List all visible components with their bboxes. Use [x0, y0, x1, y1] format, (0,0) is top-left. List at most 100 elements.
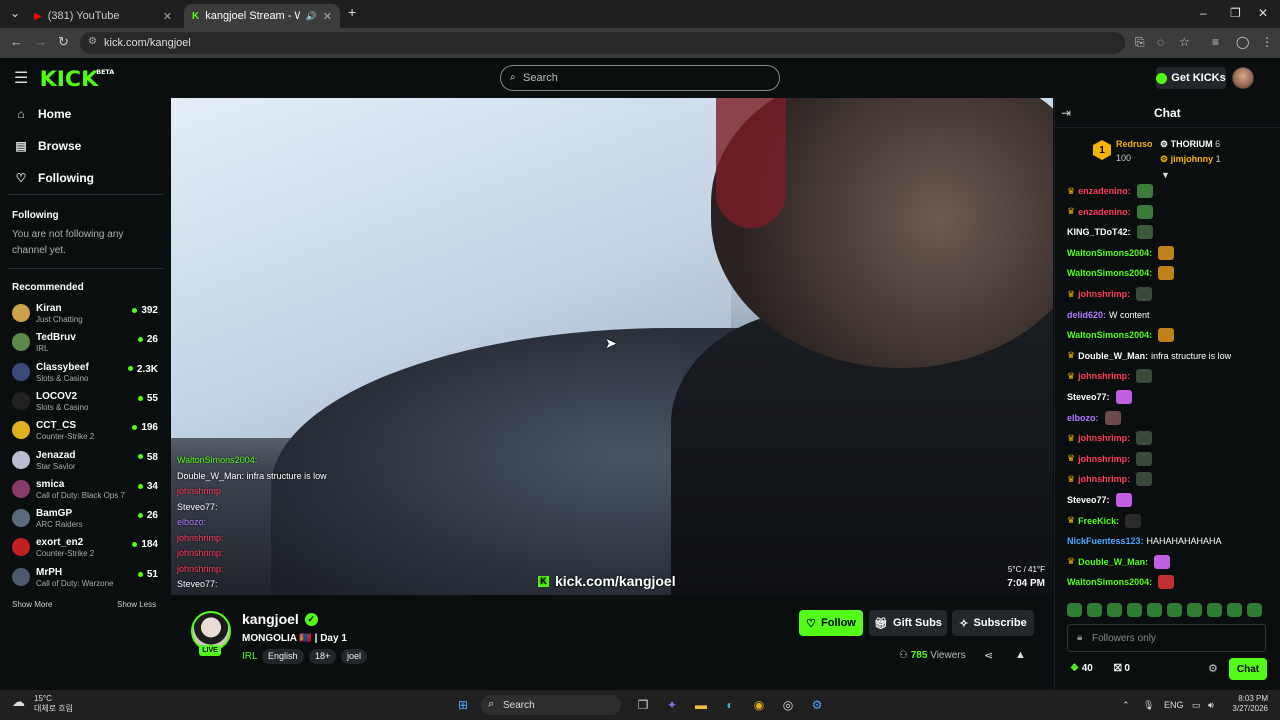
- windows-start-icon[interactable]: ⊞: [454, 696, 472, 714]
- gift-balance[interactable]: ⛝ 0: [1114, 663, 1130, 674]
- follow-button[interactable]: ♡ Follow: [799, 610, 863, 636]
- user-avatar[interactable]: [1232, 67, 1254, 89]
- chat-username[interactable]: enzadenino:: [1078, 186, 1131, 196]
- recommended-channel[interactable]: MrPH Call of Duty: Warzone 51: [12, 564, 162, 590]
- tag-chip[interactable]: 18+: [309, 649, 337, 664]
- forward-icon[interactable]: →: [34, 34, 47, 49]
- chat-username[interactable]: johnshrimp:: [1078, 371, 1130, 381]
- recommended-channel[interactable]: smica Call of Duty: Black Ops 7 34: [12, 476, 162, 502]
- emote-icon[interactable]: [1067, 603, 1082, 617]
- hamburger-menu-icon[interactable]: ☰: [14, 68, 28, 88]
- chat-username[interactable]: enzadenino:: [1078, 207, 1131, 217]
- emote-icon[interactable]: [1087, 603, 1102, 617]
- menu-dots-icon[interactable]: ⋮: [1261, 35, 1273, 49]
- collapse-chat-icon[interactable]: ⇥: [1061, 106, 1071, 120]
- chat-message[interactable]: ♛ johnshrimp:: [1067, 430, 1153, 446]
- recommended-channel[interactable]: LOCOV2 Slots & Casino 55: [12, 388, 162, 414]
- close-tab-icon[interactable]: ✕: [163, 10, 172, 23]
- weather-widget[interactable]: ☁ 15°C 대체로 흐림: [12, 694, 73, 714]
- chat-username[interactable]: Steveo77:: [1067, 392, 1110, 402]
- emote-icon[interactable]: [1207, 603, 1222, 617]
- chat-username[interactable]: Double_W_Man:: [1078, 557, 1148, 567]
- show-less-link[interactable]: Show Less: [117, 600, 156, 609]
- edge-icon[interactable]: ◐: [721, 696, 739, 714]
- chat-username[interactable]: delid620:: [1067, 310, 1106, 320]
- leaderboard-entry[interactable]: ⚙ jimjohnny 1: [1160, 154, 1221, 165]
- recommended-channel[interactable]: exort_en2 Counter-Strike 2 184: [12, 534, 162, 560]
- chat-message[interactable]: WaltonSimons2004:: [1067, 327, 1175, 343]
- chat-username[interactable]: johnshrimp:: [1078, 289, 1130, 299]
- emote-icon[interactable]: [1147, 603, 1162, 617]
- microphone-icon[interactable]: 🎙︎: [1143, 700, 1154, 711]
- chat-message[interactable]: Steveo77:: [1067, 389, 1132, 405]
- chat-message[interactable]: WaltonSimons2004:: [1067, 245, 1175, 261]
- leaderboard-entry[interactable]: ⚙ THORIUM 6: [1160, 139, 1220, 150]
- steam-icon[interactable]: ⚙: [808, 696, 826, 714]
- chat-message[interactable]: Steveo77:: [1067, 492, 1132, 508]
- chat-message[interactable]: ♛ Double_W_Man:: [1067, 554, 1171, 570]
- close-window-icon[interactable]: ✕: [1258, 6, 1268, 20]
- subscribe-button[interactable]: ✧ Subscribe: [952, 610, 1034, 636]
- chat-message[interactable]: WaltonSimons2004:: [1067, 265, 1175, 281]
- recommended-channel[interactable]: Kiran Just Chatting 392: [12, 300, 162, 326]
- chat-message[interactable]: ♛ Double_W_Man: infra structure is low: [1067, 348, 1231, 364]
- emote-icon[interactable]: [1187, 603, 1202, 617]
- chat-message[interactable]: elbozo:: [1067, 410, 1121, 426]
- chat-username[interactable]: NickFuentess123:: [1067, 536, 1144, 546]
- streamer-name[interactable]: kangjoel ✓: [242, 611, 318, 627]
- emote-icon[interactable]: [1167, 603, 1182, 617]
- share-icon[interactable]: ⋖: [984, 649, 993, 662]
- language-indicator[interactable]: ENG: [1164, 700, 1184, 710]
- chat-message[interactable]: ♛ enzadenino:: [1067, 183, 1153, 199]
- emote-icon[interactable]: [1107, 603, 1122, 617]
- sidebar-item-browse[interactable]: ▤ Browse: [14, 139, 81, 153]
- chat-username[interactable]: johnshrimp:: [1078, 454, 1130, 464]
- emote-icon[interactable]: [1227, 603, 1242, 617]
- tab-kick[interactable]: K kangjoel Stream - Watch Li 🔊 ✕: [184, 4, 340, 28]
- profile-icon[interactable]: ◯: [1236, 35, 1249, 49]
- gift-subs-button[interactable]: 🎁︎ Gift Subs: [869, 610, 947, 636]
- url-field[interactable]: ⚙ kick.com/kangjoel: [80, 32, 1125, 54]
- obs-icon[interactable]: ◎: [779, 696, 797, 714]
- get-kicks-button[interactable]: Get KICKs: [1156, 67, 1226, 89]
- reload-icon[interactable]: ↻: [58, 34, 69, 50]
- bookmark-star-icon[interactable]: ☆: [1179, 35, 1190, 49]
- eye-off-icon[interactable]: ◌: [1157, 35, 1164, 49]
- chat-username[interactable]: johnshrimp:: [1078, 474, 1130, 484]
- tab-list-icon[interactable]: ⌄: [10, 6, 20, 20]
- chat-message[interactable]: ♛ johnshrimp:: [1067, 286, 1153, 302]
- chat-username[interactable]: WaltonSimons2004:: [1067, 248, 1152, 258]
- chat-message[interactable]: ♛ johnshrimp:: [1067, 368, 1153, 384]
- translate-icon[interactable]: ⎘: [1135, 35, 1145, 50]
- recommended-channel[interactable]: Classybeef Slots & Casino 2.3K: [12, 359, 162, 385]
- minimize-icon[interactable]: –: [1200, 6, 1207, 20]
- recommended-channel[interactable]: Jenazad Star Savior 58: [12, 447, 162, 473]
- stream-category[interactable]: IRL: [242, 651, 258, 662]
- taskbar-clock[interactable]: 8:03 PM 3/27/2026: [1228, 694, 1268, 714]
- copilot-icon[interactable]: ✦: [663, 696, 681, 714]
- speaker-icon[interactable]: 🔊: [306, 11, 317, 22]
- taskbar-search[interactable]: ⌕ Search: [481, 695, 621, 715]
- tab-youtube[interactable]: ▶ (381) YouTube ✕: [26, 4, 180, 28]
- file-explorer-icon[interactable]: ▬: [692, 696, 710, 714]
- chat-username[interactable]: FreeKick:: [1078, 516, 1119, 526]
- task-view-icon[interactable]: ❒: [634, 696, 652, 714]
- kick-logo[interactable]: KICK BETA: [40, 67, 115, 91]
- chat-username[interactable]: WaltonSimons2004:: [1067, 268, 1152, 278]
- chat-username[interactable]: elbozo:: [1067, 413, 1099, 423]
- tag-chip[interactable]: joel: [341, 649, 368, 664]
- emote-icon[interactable]: [1127, 603, 1142, 617]
- chat-message[interactable]: delid620: W content: [1067, 307, 1150, 323]
- chat-username[interactable]: KING_TDoT42:: [1067, 227, 1131, 237]
- back-icon[interactable]: ←: [10, 34, 23, 49]
- network-icon[interactable]: ▭: [1192, 700, 1201, 711]
- pinned-toggle-icon[interactable]: ▼: [1161, 170, 1170, 180]
- chat-username[interactable]: Steveo77:: [1067, 495, 1110, 505]
- chat-message[interactable]: KING_TDoT42:: [1067, 224, 1153, 240]
- volume-icon[interactable]: 🔊︎: [1208, 700, 1214, 711]
- search-input[interactable]: ⌕ Search: [500, 65, 780, 91]
- recommended-channel[interactable]: TedBruv IRL 26: [12, 329, 162, 355]
- report-icon[interactable]: ▲: [1015, 649, 1026, 661]
- leaderboard-top-user[interactable]: Redruso: [1116, 139, 1153, 149]
- chat-message[interactable]: ♛ johnshrimp:: [1067, 471, 1153, 487]
